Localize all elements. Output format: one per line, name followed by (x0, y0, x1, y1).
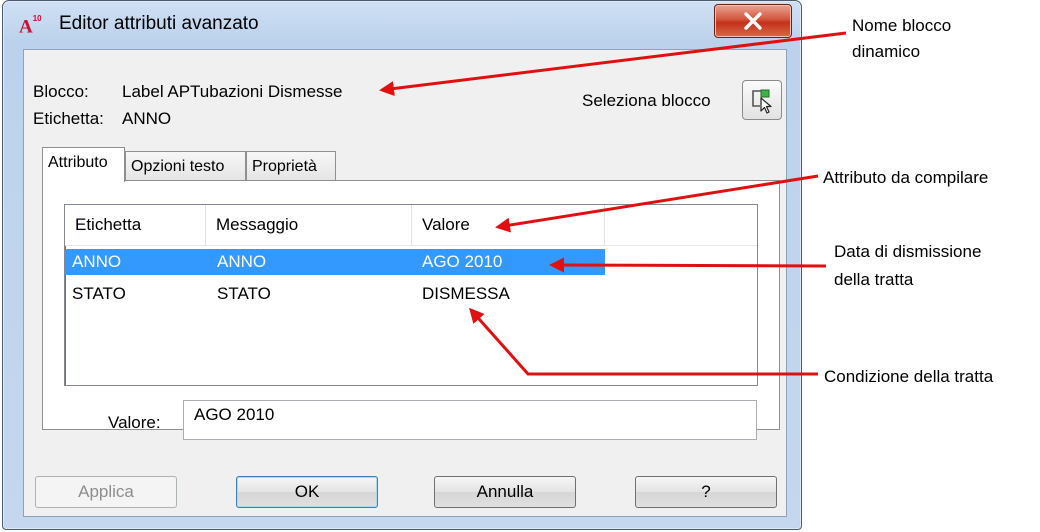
arrow-condition (469, 307, 818, 376)
annotation-arrows (379, 31, 847, 376)
arrow-date (549, 257, 827, 273)
tab-attributo[interactable]: Attributo (42, 147, 125, 182)
arrow-attribute (495, 174, 819, 233)
arrow-block-name (379, 31, 847, 96)
